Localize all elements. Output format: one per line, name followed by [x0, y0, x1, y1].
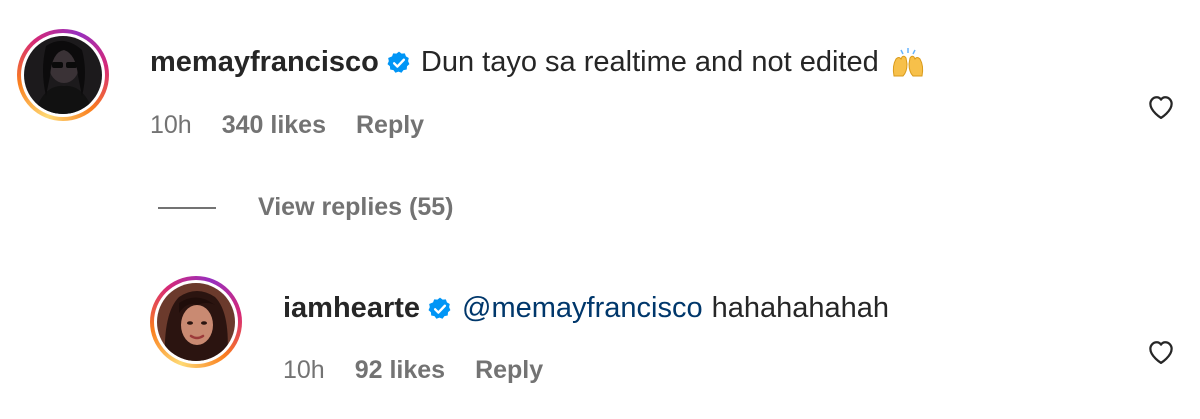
avatar [24, 36, 102, 114]
comment-timestamp[interactable]: 10h [150, 111, 192, 140]
comment-meta: 10h 92 likes Reply [283, 356, 543, 385]
comment-text: hahahahahah [711, 292, 889, 324]
comment-text: Dun tayo sa realtime and not edited [420, 46, 879, 78]
story-ring-avatar[interactable] [150, 276, 242, 368]
likes-count[interactable]: 340 likes [222, 111, 326, 140]
avatar-photo-icon [157, 283, 235, 361]
avatar-border [154, 280, 238, 364]
comment-line: memayfrancisco Dun tayo sa realtime and … [150, 46, 925, 79]
reply-button[interactable]: Reply [356, 111, 424, 140]
heart-outline-icon[interactable] [1146, 337, 1176, 365]
heart-outline-icon[interactable] [1146, 92, 1176, 120]
likes-count[interactable]: 92 likes [355, 356, 445, 385]
verified-badge-icon [427, 296, 453, 322]
comment-meta: 10h 340 likes Reply [150, 111, 424, 140]
username-link[interactable]: iamhearte [283, 292, 420, 325]
divider-line [158, 206, 216, 209]
comment-line: iamhearte @memayfrancisco hahahahahah [283, 292, 889, 325]
view-replies-button[interactable]: View replies (55) [158, 193, 453, 222]
reply-button[interactable]: Reply [475, 356, 543, 385]
raising-hands-emoji-icon [891, 47, 925, 78]
mention-link[interactable]: @memayfrancisco [462, 292, 703, 325]
view-replies-label: View replies (55) [258, 193, 454, 221]
verified-badge-icon [386, 50, 412, 76]
avatar [157, 283, 235, 361]
avatar-photo-icon [24, 36, 102, 114]
story-ring-avatar[interactable] [17, 29, 109, 121]
comment-timestamp[interactable]: 10h [283, 356, 325, 385]
username-link[interactable]: memayfrancisco [150, 46, 379, 79]
avatar-border [21, 33, 105, 117]
